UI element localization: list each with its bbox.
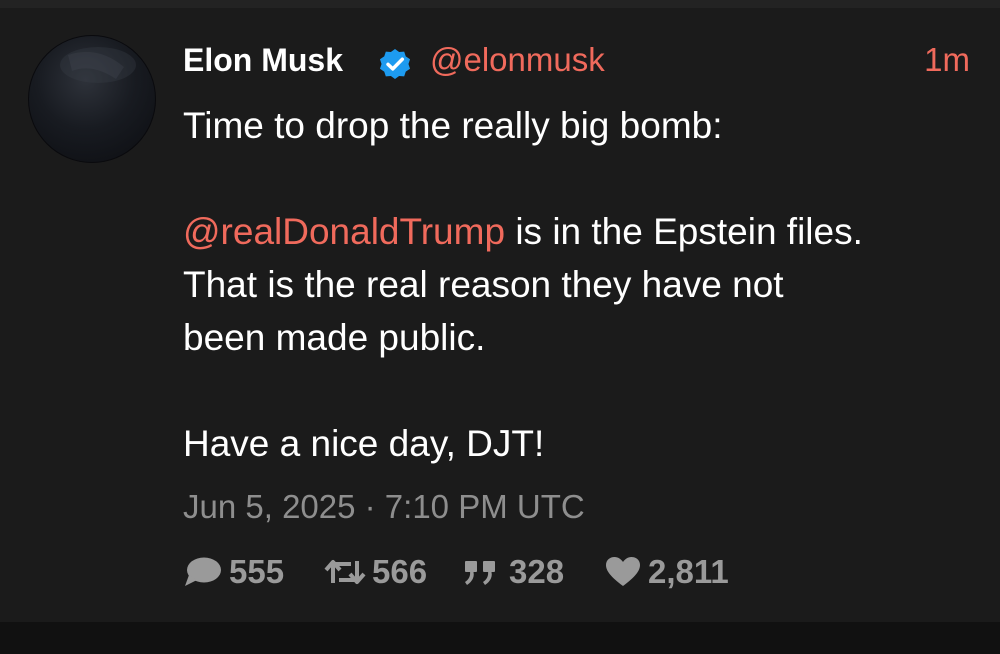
tweet-text-line-2-rest: is in the Epstein files. <box>505 211 863 252</box>
retweet-icon <box>324 560 366 584</box>
tweet-text-line-1: Time to drop the really big bomb: <box>183 105 723 146</box>
retweet-stat[interactable]: 566 <box>324 551 427 593</box>
top-divider <box>0 0 1000 8</box>
like-count: 2,811 <box>648 553 729 590</box>
retweet-count: 566 <box>372 553 428 590</box>
quote-icon <box>465 561 495 585</box>
bottom-divider <box>0 622 1000 654</box>
like-stat[interactable]: 2,811 <box>604 551 729 593</box>
mention-link[interactable]: @realDonaldTrump <box>183 211 505 252</box>
tweet-text-line-3: That is the real reason they have not <box>183 264 784 305</box>
verified-badge-icon <box>379 48 411 80</box>
speech-bubble-icon <box>185 557 221 586</box>
author-name[interactable]: Elon Musk <box>183 40 343 80</box>
heart-icon <box>606 557 640 586</box>
avatar-image <box>28 35 156 163</box>
tweet-text-line-5: Have a nice day, DJT! <box>183 423 545 464</box>
tweet-text-line-2: @realDonaldTrump is in the Epstein files… <box>183 208 863 256</box>
quote-stat[interactable]: 328 <box>463 551 564 593</box>
reply-count: 555 <box>229 553 285 590</box>
relative-time[interactable]: 1m <box>924 40 970 80</box>
tweet-text-line-4: been made public. <box>183 317 486 358</box>
quote-count: 328 <box>509 553 565 590</box>
author-handle[interactable]: @elonmusk <box>430 40 605 80</box>
tweet-timestamp[interactable]: Jun 5, 2025 · 7:10 PM UTC <box>183 486 585 528</box>
avatar[interactable] <box>28 35 156 163</box>
reply-stat[interactable]: 555 <box>183 551 284 593</box>
